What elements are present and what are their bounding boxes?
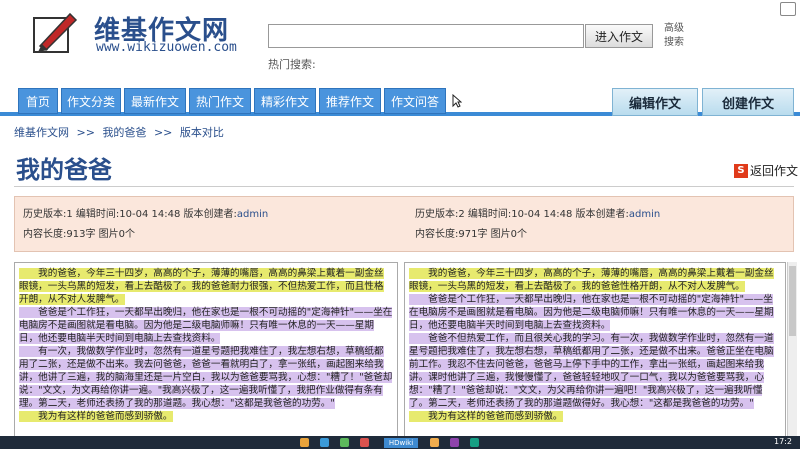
main-nav: 首页 作文分类 最新作文 热门作文 精彩作文 推荐作文 作文问答 编辑作文 创建… <box>0 86 800 116</box>
back-to-essay-button[interactable]: S 返回作文 <box>734 162 798 179</box>
page-title: 我的爸爸 <box>16 156 112 184</box>
edit-essay-button[interactable]: 编辑作文 <box>612 88 698 116</box>
paragraph: 我为有这样的爸爸而感到骄傲。 <box>409 411 563 422</box>
creator-link[interactable]: admin <box>629 209 660 220</box>
tab-home[interactable]: 首页 <box>18 88 58 114</box>
version-1-info: 历史版本:1 编辑时间:10-04 14:48 版本创建者:admin 内容长度… <box>23 209 269 240</box>
tab-recommended[interactable]: 推荐作文 <box>319 88 381 114</box>
app-icon[interactable] <box>340 438 349 447</box>
tab-popular[interactable]: 热门作文 <box>189 88 251 114</box>
app-icon[interactable] <box>450 438 459 447</box>
app-icon[interactable] <box>360 438 369 447</box>
paragraph: 爸爸是个工作狂，一天都早出晚归，他在家也是一根不可动摇的"定海神针"——坐在电脑… <box>409 294 774 331</box>
version-info-panel: 历史版本:1 编辑时间:10-04 14:48 版本创建者:admin 内容长度… <box>14 196 794 252</box>
window-icon <box>780 2 796 16</box>
paragraph: 我的爸爸，今年三十四岁，高高的个子，薄薄的嘴唇，高高的鼻梁上戴着一副金丝眼镜，一… <box>409 268 774 292</box>
breadcrumb-current: 版本对比 <box>179 126 224 139</box>
creator-link[interactable]: admin <box>237 209 268 220</box>
tab-categories[interactable]: 作文分类 <box>61 88 121 114</box>
version-2-content[interactable]: 我的爸爸，今年三十四岁，高高的个子，薄薄的嘴唇，高高的鼻梁上戴着一副金丝眼镜，一… <box>404 262 786 449</box>
quill-logo-icon <box>33 12 78 53</box>
back-icon: S <box>734 163 748 178</box>
browser-icon[interactable] <box>320 438 329 447</box>
tab-latest[interactable]: 最新作文 <box>124 88 186 114</box>
advanced-search-link[interactable]: 高级 搜索 <box>664 22 684 50</box>
folder-icon[interactable] <box>300 438 309 447</box>
paragraph: 我为有这样的爸爸而感到骄傲。 <box>19 411 173 422</box>
scrollbar-thumb[interactable] <box>789 266 796 336</box>
app-icon[interactable] <box>470 438 479 447</box>
tab-featured[interactable]: 精彩作文 <box>254 88 316 114</box>
breadcrumb: 维基作文网 >> 我的爸爸 >> 版本对比 <box>14 124 228 140</box>
create-essay-button[interactable]: 创建作文 <box>702 88 794 116</box>
paragraph: 有一次，我做数学作业时，忽然有一道星号题把我难住了，我左想右想，草稿纸都用了二张… <box>19 346 393 409</box>
breadcrumb-home[interactable]: 维基作文网 <box>14 126 69 139</box>
site-header: 维基作文网 www.wikizuowen.com 进入作文 高级 搜索 热门搜索… <box>0 0 800 88</box>
paragraph: 爸爸是个工作狂，一天都早出晚归，他在家也是一根不可动摇的"定海神针"——坐在电脑… <box>19 307 393 344</box>
version-2-info: 历史版本:2 编辑时间:10-04 14:48 版本创建者:admin 内容长度… <box>415 209 661 240</box>
breadcrumb-article[interactable]: 我的爸爸 <box>102 126 146 139</box>
breadcrumb-sep: >> <box>153 126 173 139</box>
version-1-content[interactable]: 我的爸爸，今年三十四岁，高高的个子，薄薄的嘴唇，高高的鼻梁上戴着一副金丝眼镜，一… <box>14 262 398 449</box>
taskbar-app-hdwiki[interactable]: HDwiki <box>384 438 418 448</box>
scrollbar[interactable] <box>787 262 797 449</box>
mouse-cursor-icon <box>452 94 462 108</box>
app-icon[interactable] <box>430 438 439 447</box>
divider <box>14 186 794 187</box>
search-button[interactable]: 进入作文 <box>585 24 653 48</box>
tab-qa[interactable]: 作文问答 <box>384 88 446 114</box>
paragraph: 我的爸爸，今年三十四岁，高高的个子，薄薄的嘴唇，高高的鼻梁上戴着一副金丝眼镜，一… <box>19 268 384 305</box>
site-url[interactable]: www.wikizuowen.com <box>96 40 237 55</box>
hot-search-label: 热门搜索: <box>268 58 316 71</box>
breadcrumb-sep: >> <box>76 126 95 139</box>
taskbar-clock: 17:2 <box>774 437 792 446</box>
back-label: 返回作文 <box>750 164 799 178</box>
search-input[interactable] <box>268 24 584 48</box>
paragraph: 爸爸不但热爱工作，而且很关心我的学习。有一次，我做数学作业时，忽然有一道星号题把… <box>409 333 774 409</box>
